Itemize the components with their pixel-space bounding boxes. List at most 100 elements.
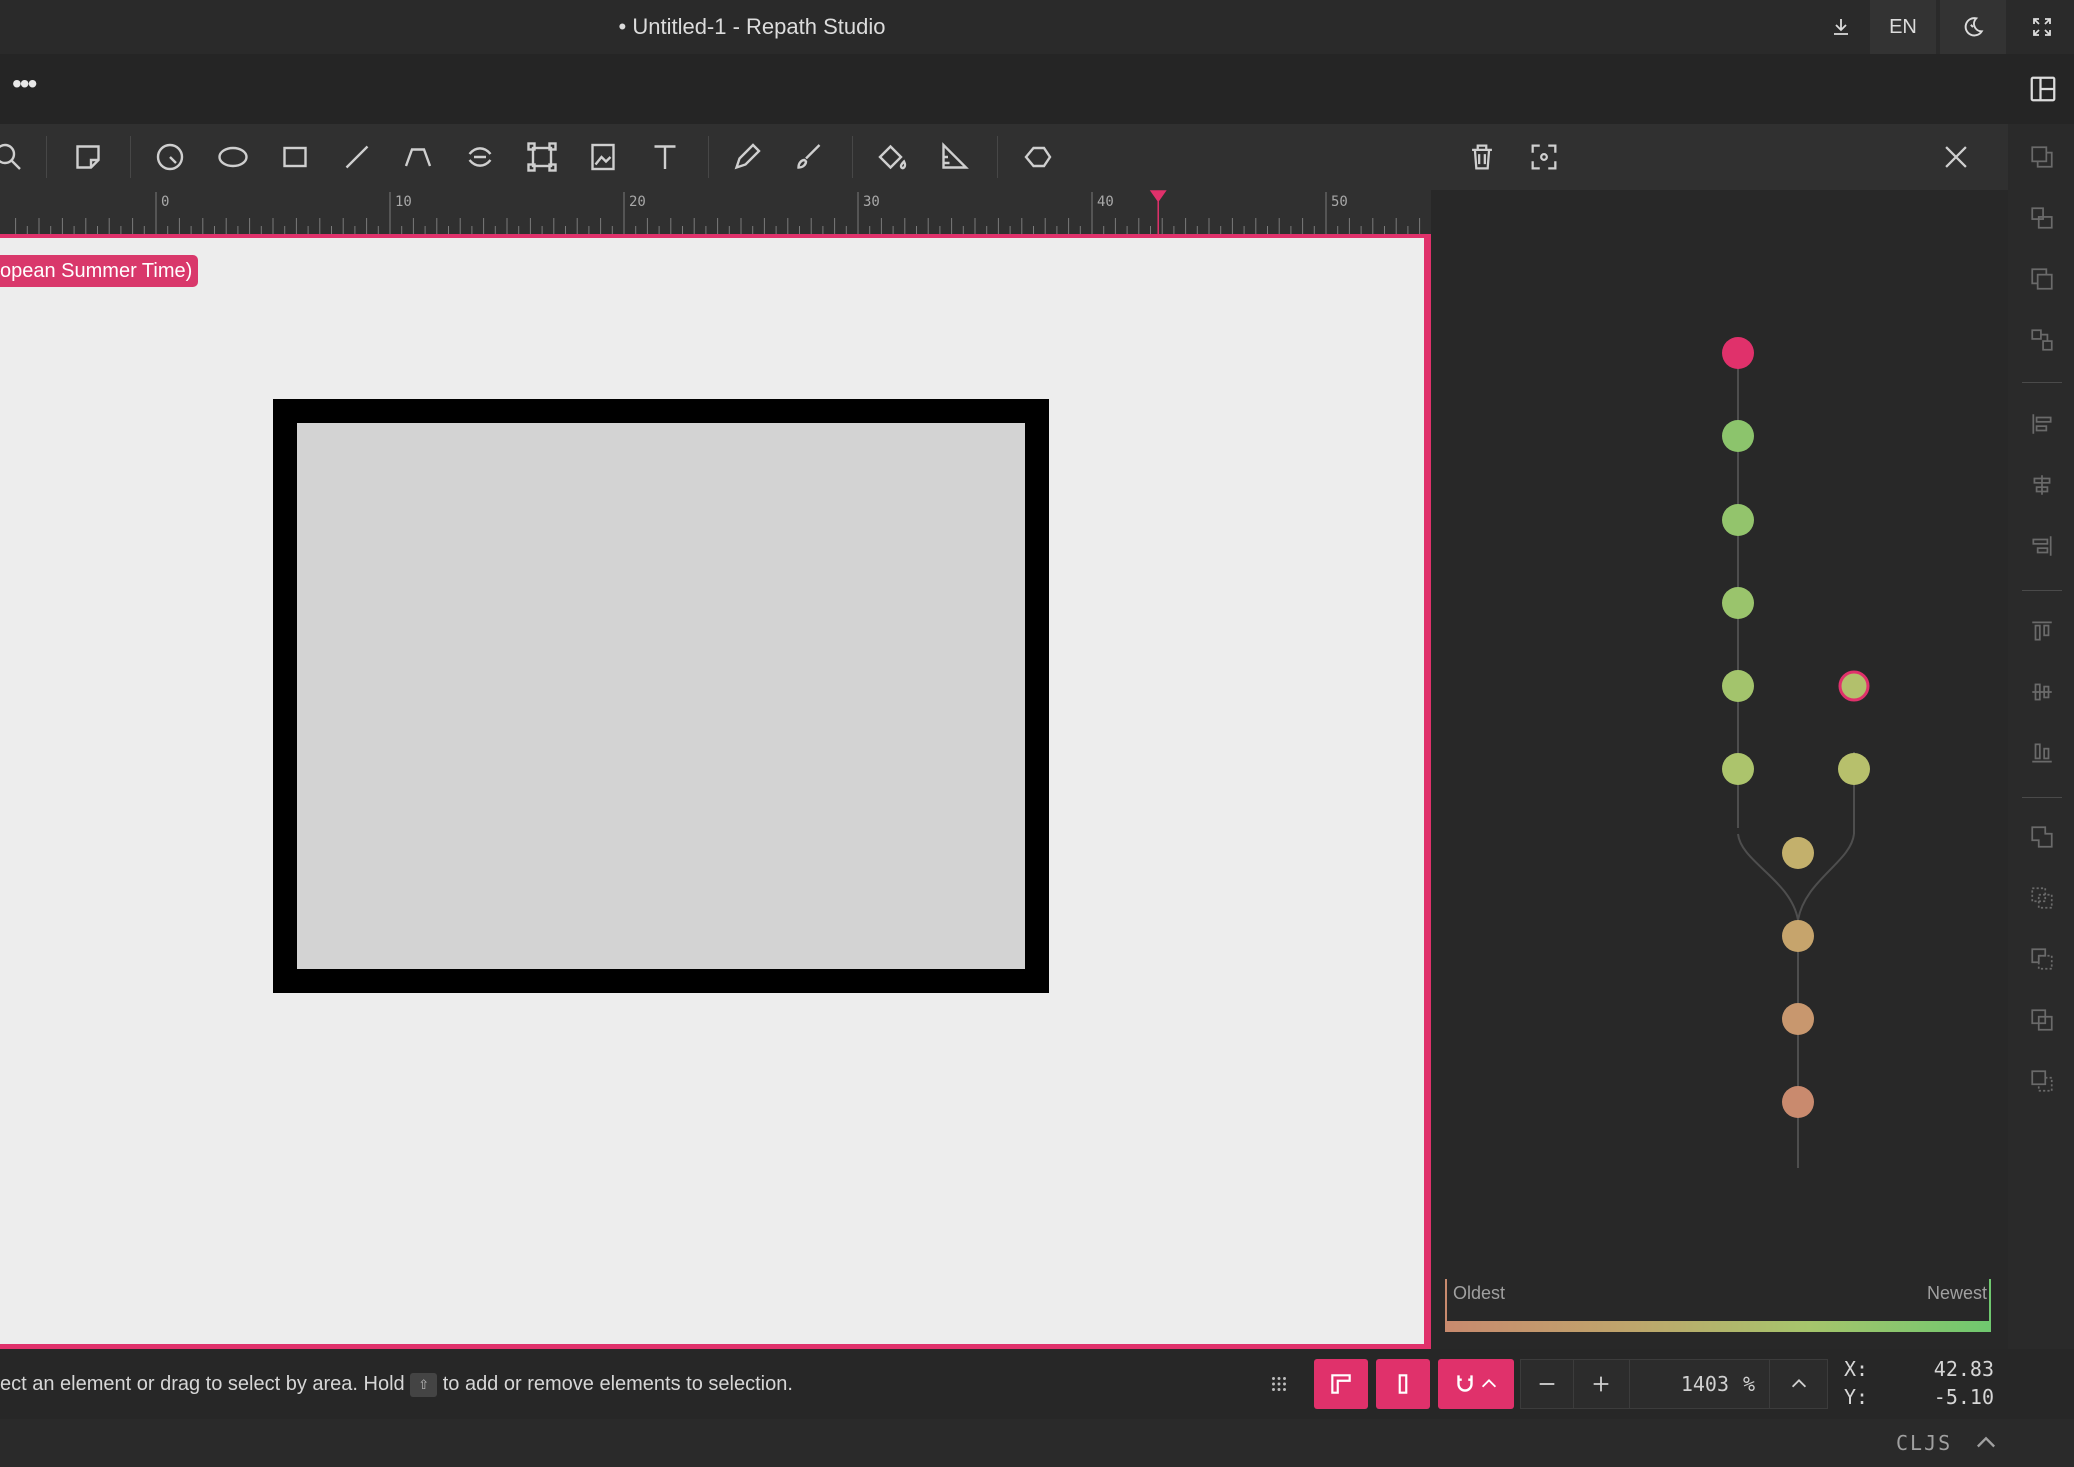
minus-icon (1536, 1373, 1558, 1395)
chevron-up-icon[interactable] (1972, 1429, 2000, 1457)
ruler-icon (1328, 1371, 1354, 1397)
union-icon[interactable] (2029, 824, 2055, 850)
bring-to-front-icon[interactable] (2029, 144, 2055, 170)
menu-bar (0, 54, 2074, 124)
zoom-menu-button[interactable] (1769, 1360, 1828, 1408)
history-node[interactable] (1722, 753, 1754, 785)
canvas[interactable]: opean Summer Time) (0, 238, 1424, 1344)
history-node[interactable] (1782, 837, 1814, 869)
pencil-icon[interactable] (729, 139, 765, 175)
legend-newest-label: Newest (1926, 1283, 1987, 1303)
language-button[interactable]: EN (1870, 0, 1936, 54)
zoom-in-button[interactable] (1573, 1360, 1630, 1408)
title-bar: • Untitled-1 - Repath Studio EN (0, 0, 2074, 54)
divide-icon[interactable] (2029, 1068, 2055, 1094)
x-label: X: (1844, 1357, 1869, 1381)
circle-icon[interactable] (152, 139, 188, 175)
legend-oldest-label: Oldest (1453, 1283, 1506, 1303)
history-node[interactable] (1782, 1086, 1814, 1118)
image-icon[interactable] (585, 139, 621, 175)
rulers-toggle-button[interactable] (1314, 1359, 1368, 1409)
bring-forward-icon[interactable] (2029, 205, 2055, 231)
window-title: • Untitled-1 - Repath Studio (618, 14, 886, 39)
ellipse-icon[interactable] (215, 139, 251, 175)
rect-icon[interactable] (277, 139, 313, 175)
measure-icon[interactable] (936, 139, 972, 175)
close-icon[interactable] (1939, 140, 1973, 174)
dock-divider (2022, 590, 2062, 591)
snap-button[interactable] (1438, 1359, 1514, 1409)
time-badge: opean Summer Time) (0, 255, 199, 287)
grid-toggle-button[interactable] (1264, 1359, 1294, 1409)
chevron-up-icon (1788, 1373, 1810, 1395)
trash-icon[interactable] (1465, 140, 1499, 174)
align-bottom-icon[interactable] (2029, 740, 2055, 766)
right-dock (2008, 124, 2074, 1349)
history-node[interactable] (1782, 920, 1814, 952)
fill-icon[interactable] (874, 139, 910, 175)
history-node[interactable] (1722, 504, 1754, 536)
zoom-icon[interactable] (0, 139, 26, 175)
history-node[interactable] (1722, 420, 1754, 452)
fullscreen-button[interactable] (2010, 0, 2074, 54)
edit-icon[interactable] (70, 139, 106, 175)
fullscreen-icon (2030, 15, 2054, 39)
history-node-current[interactable] (1838, 670, 1870, 702)
zoom-input[interactable]: 1403 (1629, 1360, 1729, 1408)
toolbar-divider (46, 136, 47, 178)
send-to-back-icon[interactable] (2029, 327, 2055, 353)
dock-divider (2022, 797, 2062, 798)
history-node[interactable] (1838, 753, 1870, 785)
history-node[interactable] (1782, 1003, 1814, 1035)
theme-button[interactable] (1940, 0, 2006, 54)
magnet-icon (1452, 1371, 1478, 1397)
align-center-vertical-icon[interactable] (2029, 679, 2055, 705)
history-header (1431, 124, 2008, 190)
zoom-out-button[interactable] (1521, 1360, 1574, 1408)
repl-mode-label[interactable]: CLJS (1896, 1419, 1952, 1467)
align-right-icon[interactable] (2029, 533, 2055, 559)
shift-key-hint: ⇧ (410, 1372, 438, 1397)
polygon-icon[interactable] (462, 139, 498, 175)
download-button[interactable] (1816, 0, 1866, 54)
history-tree[interactable] (1431, 190, 2008, 1270)
blob-icon[interactable] (1020, 139, 1056, 175)
snap-guides-button[interactable] (1376, 1359, 1430, 1409)
align-left-icon[interactable] (2029, 411, 2055, 437)
dock-divider (2022, 382, 2062, 383)
transform-icon[interactable] (524, 139, 560, 175)
status-message: ect an element or drag to select by area… (0, 1349, 793, 1419)
status-message-end: to add or remove elements to selection. (442, 1373, 793, 1395)
history-node[interactable] (1722, 337, 1754, 369)
ruler-scale: 0 10 20 30 40 50 (15, 190, 1421, 234)
horizontal-ruler[interactable]: 0 10 20 30 40 50 (0, 190, 1431, 234)
text-icon[interactable] (647, 139, 683, 175)
panel-layout-icon[interactable] (2028, 74, 2058, 104)
exclude-icon[interactable] (2029, 1007, 2055, 1033)
line-icon[interactable] (339, 139, 375, 175)
theme-icon (1960, 14, 1986, 40)
rect-shape[interactable] (273, 399, 1049, 993)
more-menu-button[interactable]: ••• (12, 70, 52, 106)
focus-icon[interactable] (1527, 140, 1561, 174)
y-coordinate: -5.10 (1933, 1385, 1994, 1409)
history-edges (1737, 353, 1855, 1168)
history-node[interactable] (1722, 587, 1754, 619)
subtract-icon[interactable] (2029, 946, 2055, 972)
download-icon (1829, 15, 1853, 39)
brush-icon[interactable] (791, 139, 827, 175)
x-coordinate: 42.83 (1933, 1357, 1994, 1381)
chevron-up-icon (1478, 1373, 1500, 1395)
intersect-icon[interactable] (2029, 885, 2055, 911)
ruler-label: 20 (629, 194, 646, 210)
toolbar-divider (852, 136, 853, 178)
history-node[interactable] (1722, 670, 1754, 702)
align-center-horizontal-icon[interactable] (2029, 472, 2055, 498)
send-backward-icon[interactable] (2029, 266, 2055, 292)
history-legend: Oldest Newest (1443, 1279, 1993, 1337)
align-top-icon[interactable] (2029, 618, 2055, 644)
zoom-unit: % (1743, 1372, 1756, 1396)
plus-icon (1590, 1373, 1612, 1395)
polyline-icon[interactable] (400, 139, 436, 175)
toolbar-divider (997, 136, 998, 178)
